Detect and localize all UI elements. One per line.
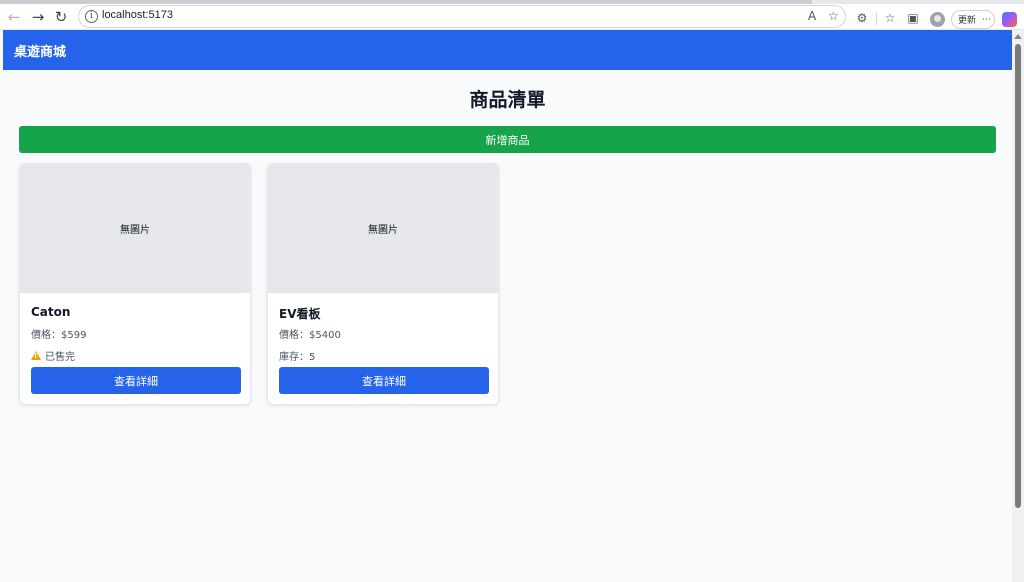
view-details-button[interactable]: 查看詳細 xyxy=(31,367,241,394)
page-scrollbar[interactable] xyxy=(1012,30,1024,582)
collections-icon[interactable]: ▣ xyxy=(905,10,921,26)
url-text[interactable]: localhost:5173 xyxy=(102,9,173,21)
favorite-star-icon[interactable]: ☆ xyxy=(828,9,839,23)
stock-status-label: 已售完 xyxy=(45,352,75,363)
more-options-icon: ··· xyxy=(982,14,991,25)
update-button-label: 更新 xyxy=(958,16,977,26)
add-product-button[interactable]: 新增商品 xyxy=(19,126,996,153)
product-card: 無圖片 EV看板 價格：$5400 庫存：5 查看詳細 xyxy=(267,163,499,405)
copilot-icon[interactable] xyxy=(1002,12,1017,27)
product-name: EV看板 xyxy=(279,307,321,321)
product-stock: 庫存：5 xyxy=(279,348,315,363)
warning-icon xyxy=(31,351,41,360)
back-arrow-icon[interactable]: ← xyxy=(4,7,24,27)
app-title[interactable]: 桌遊商城 xyxy=(14,41,66,60)
site-info-icon[interactable]: i xyxy=(85,10,98,23)
profile-avatar[interactable] xyxy=(930,12,945,27)
product-stock: 已售完 xyxy=(31,348,75,363)
no-image-label: 無圖片 xyxy=(368,225,398,236)
app-header: 桌遊商城 xyxy=(3,30,1012,70)
extensions-icon[interactable]: ⚙ xyxy=(854,10,870,26)
reload-icon[interactable]: ↻ xyxy=(51,7,71,27)
product-name: Caton xyxy=(31,305,71,319)
product-image-placeholder: 無圖片 xyxy=(20,164,250,293)
product-price: 價格：$599 xyxy=(31,330,87,341)
product-image-placeholder: 無圖片 xyxy=(268,164,498,293)
page-title: 商品清單 xyxy=(469,89,546,111)
product-price: 價格：$5400 xyxy=(279,330,341,341)
view-details-button[interactable]: 查看詳細 xyxy=(279,367,489,394)
scroll-up-arrow-icon[interactable] xyxy=(1014,34,1022,39)
forward-arrow-icon[interactable]: → xyxy=(28,7,48,27)
address-bar[interactable]: i localhost:5173 A ☆ xyxy=(78,5,846,28)
browser-toolbar: ← → ↻ i localhost:5173 A ☆ ⚙ ☆ ▣ 更新 ··· xyxy=(0,4,1024,30)
scroll-thumb[interactable] xyxy=(1015,44,1021,508)
toolbar-divider xyxy=(876,13,877,25)
favorites-icon[interactable]: ☆ xyxy=(882,10,898,26)
no-image-label: 無圖片 xyxy=(120,225,150,236)
update-button[interactable]: 更新 ··· xyxy=(951,10,995,29)
read-aloud-icon[interactable]: A xyxy=(808,9,816,23)
product-card: 無圖片 Caton 價格：$599 已售完 查看詳細 xyxy=(19,163,251,405)
stock-status-label: 庫存：5 xyxy=(279,352,316,363)
